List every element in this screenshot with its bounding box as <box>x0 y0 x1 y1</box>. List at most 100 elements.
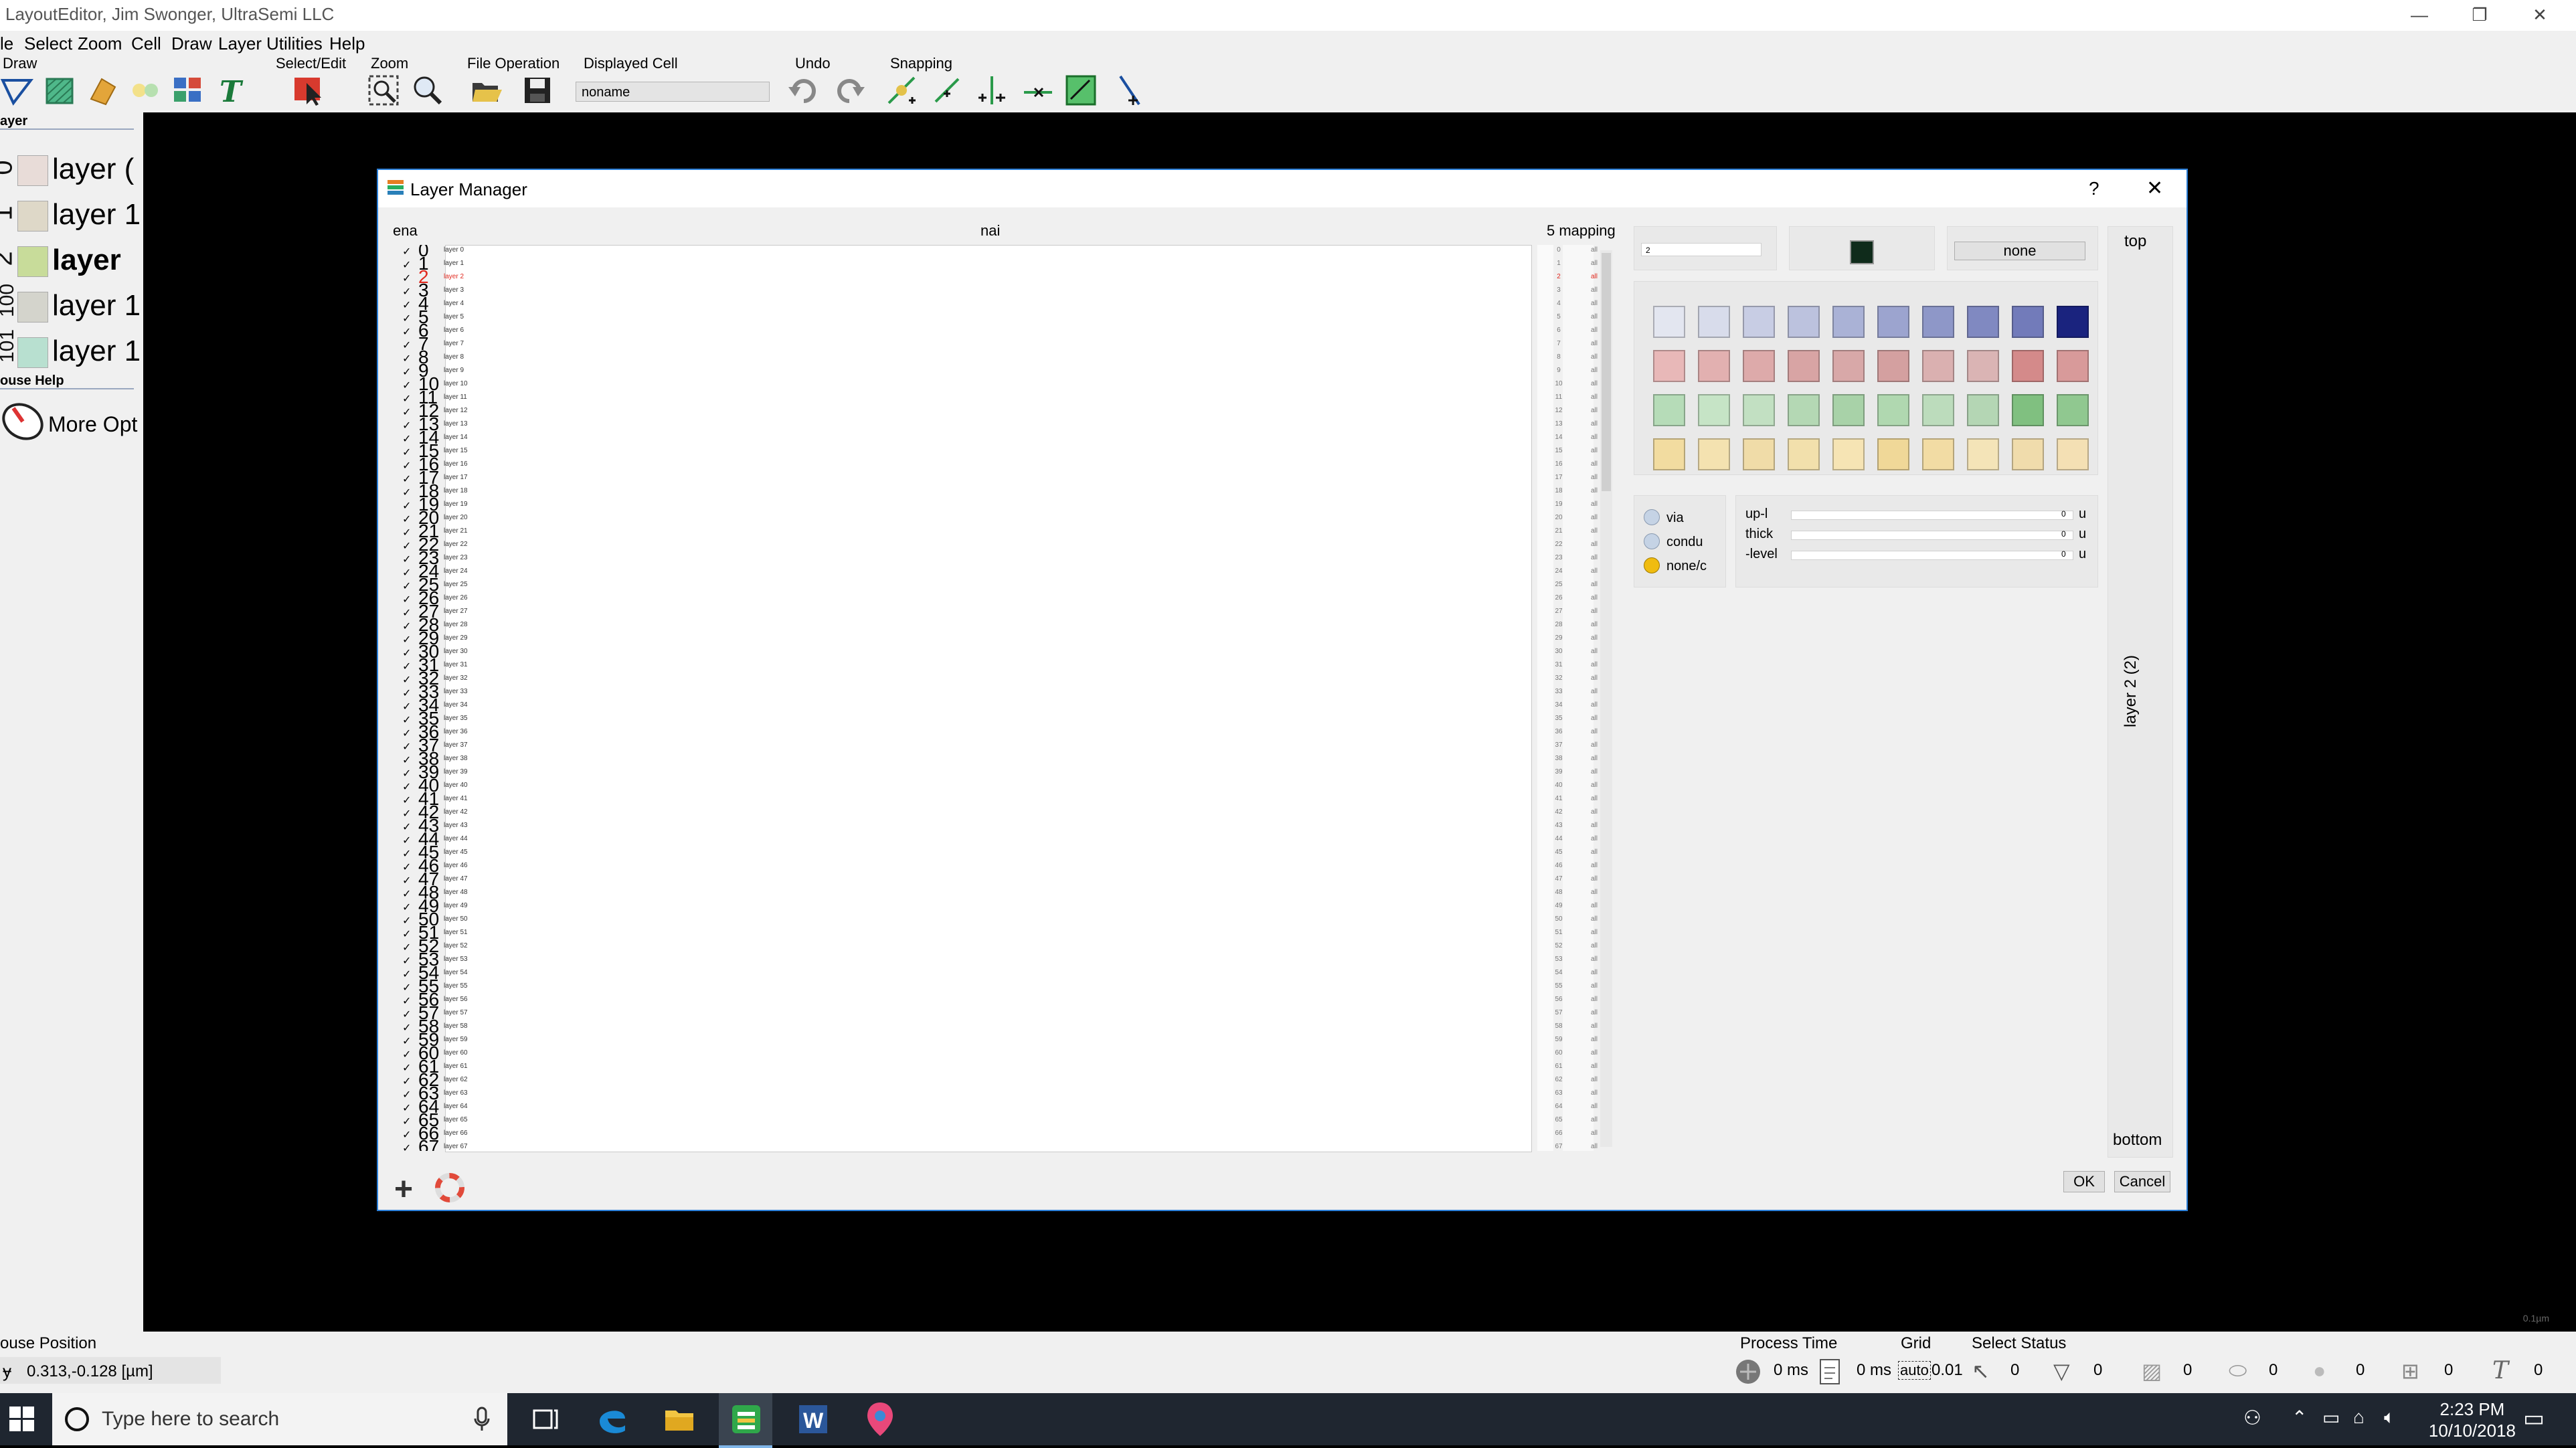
layer-enable-checkbox[interactable]: ✓ <box>402 700 411 713</box>
layer-table-row[interactable]: ✓ 10 layer 10 10 all <box>392 375 1610 393</box>
layer-enable-checkbox[interactable]: ✓ <box>402 767 411 780</box>
layer-enable-checkbox[interactable]: ✓ <box>402 874 411 887</box>
snap-point-icon[interactable] <box>885 74 918 107</box>
layer-mapping-cell[interactable]: 51 <box>1551 929 1567 936</box>
layer-mapping-cell[interactable]: 43 <box>1551 822 1567 829</box>
layer-all-cell[interactable]: all <box>1591 1063 1598 1070</box>
layer-mapping-cell[interactable]: 59 <box>1551 1036 1567 1043</box>
microphone-icon[interactable] <box>473 1407 491 1432</box>
layer-table-row[interactable]: ✓ 44 layer 44 44 all <box>392 830 1610 848</box>
layer-enable-checkbox[interactable]: ✓ <box>402 713 411 727</box>
layer-all-cell[interactable]: all <box>1591 407 1598 414</box>
layer-mapping-cell[interactable]: 54 <box>1551 969 1567 976</box>
panel-layer-row[interactable]: 100 layer 1 <box>0 282 143 325</box>
layer-table-row[interactable]: ✓ 18 layer 18 18 all <box>392 482 1610 501</box>
layer-table-row[interactable]: ✓ 61 layer 61 61 all <box>392 1057 1610 1076</box>
layer-all-cell[interactable]: all <box>1591 862 1598 869</box>
layer-table-row[interactable]: ✓ 7 layer 7 7 all <box>392 335 1610 353</box>
layer-all-cell[interactable]: all <box>1591 634 1598 642</box>
layer-mapping-cell[interactable]: 67 <box>1551 1143 1567 1150</box>
layer-all-cell[interactable]: all <box>1591 286 1598 294</box>
layer-name-cell[interactable]: layer 41 <box>444 795 468 802</box>
layer-enable-checkbox[interactable]: ✓ <box>402 566 411 579</box>
layer-name-cell[interactable]: layer 4 <box>444 300 464 307</box>
fill-pattern-swatch[interactable] <box>1743 438 1775 470</box>
draw-circle-icon[interactable] <box>128 74 162 107</box>
layer-mapping-cell[interactable]: 60 <box>1551 1049 1567 1057</box>
column-header-name[interactable]: nai <box>980 222 1000 240</box>
layer-enable-checkbox[interactable]: ✓ <box>402 1021 411 1034</box>
fill-pattern-swatch[interactable] <box>1877 438 1909 470</box>
layer-name-cell[interactable]: layer 55 <box>444 982 468 990</box>
layer-enable-checkbox[interactable]: ✓ <box>402 298 411 312</box>
layer-mapping-cell[interactable]: 55 <box>1551 982 1567 990</box>
fill-pattern-swatch[interactable] <box>2057 306 2089 338</box>
layer-enable-checkbox[interactable]: ✓ <box>402 914 411 927</box>
layer-mapping-cell[interactable]: 35 <box>1551 715 1567 722</box>
layer-enable-checkbox[interactable]: ✓ <box>402 633 411 646</box>
layer-table-row[interactable]: ✓ 5 layer 5 5 all <box>392 308 1610 327</box>
layer-name-cell[interactable]: layer 23 <box>444 554 468 561</box>
fill-pattern-swatch[interactable] <box>2012 394 2044 426</box>
layer-all-cell[interactable]: all <box>1591 327 1598 334</box>
layer-number-spinbox[interactable]: 2 <box>1641 243 1762 256</box>
layer-name-cell[interactable]: layer 18 <box>444 487 468 494</box>
layer-name-cell[interactable]: layer 58 <box>444 1022 468 1030</box>
thickness-slider[interactable] <box>1791 531 2073 540</box>
layer-table-row[interactable]: ✓ 20 layer 20 20 all <box>392 509 1610 527</box>
layer-all-cell[interactable]: all <box>1591 1103 1598 1110</box>
layer-table-row[interactable]: ✓ 12 layer 12 12 all <box>392 401 1610 420</box>
layer-mapping-cell[interactable]: 29 <box>1551 634 1567 642</box>
layer-enable-checkbox[interactable]: ✓ <box>402 687 411 700</box>
layer-all-cell[interactable]: all <box>1591 728 1598 735</box>
network-icon[interactable]: ⌂ <box>2353 1407 2365 1428</box>
layer-all-cell[interactable]: all <box>1591 1009 1598 1016</box>
edge-browser-icon[interactable] <box>592 1398 633 1440</box>
layer-table-row[interactable]: ✓ 13 layer 13 13 all <box>392 415 1610 434</box>
layer-enable-checkbox[interactable]: ✓ <box>402 272 411 285</box>
layer-all-cell[interactable]: all <box>1591 273 1598 280</box>
layer-table-row[interactable]: ✓ 25 layer 25 25 all <box>392 575 1610 594</box>
layer-all-cell[interactable]: all <box>1591 875 1598 883</box>
layer-enable-checkbox[interactable]: ✓ <box>402 392 411 405</box>
layer-table-row[interactable]: ✓ 51 layer 51 51 all <box>392 923 1610 942</box>
layer-table-row[interactable]: ✓ 57 layer 57 57 all <box>392 1004 1610 1022</box>
type-radio-via[interactable] <box>1644 509 1660 525</box>
layer-mapping-cell[interactable]: 53 <box>1551 956 1567 963</box>
layer-name-cell[interactable]: layer 62 <box>444 1076 468 1083</box>
layer-mapping-cell[interactable]: 32 <box>1551 674 1567 682</box>
layer-mapping-cell[interactable]: 19 <box>1551 501 1567 508</box>
layer-name-cell[interactable]: layer 17 <box>444 474 468 481</box>
layer-all-cell[interactable]: all <box>1591 1076 1598 1083</box>
layer-enable-checkbox[interactable]: ✓ <box>402 847 411 861</box>
layer-enable-checkbox[interactable]: ✓ <box>402 513 411 526</box>
menu-file[interactable]: le <box>0 33 13 54</box>
zoom-icon[interactable] <box>411 74 444 107</box>
layer-enable-checkbox[interactable]: ✓ <box>402 472 411 486</box>
layer-all-cell[interactable]: all <box>1591 246 1598 254</box>
layer-all-cell[interactable]: all <box>1591 701 1598 709</box>
layer-name-cell[interactable]: layer 15 <box>444 447 468 454</box>
layer-enable-checkbox[interactable]: ✓ <box>402 526 411 539</box>
layer-enable-checkbox[interactable]: ✓ <box>402 553 411 566</box>
layer-name-cell[interactable]: layer 60 <box>444 1049 468 1057</box>
layer-name-cell[interactable]: layer 16 <box>444 460 468 468</box>
snap-line-icon[interactable] <box>930 74 964 107</box>
layer-name-cell[interactable]: layer 8 <box>444 353 464 361</box>
layer-table-row[interactable]: ✓ 29 layer 29 29 all <box>392 629 1610 648</box>
layer-mapping-cell[interactable]: 24 <box>1551 567 1567 575</box>
layer-table-row[interactable]: ✓ 11 layer 11 11 all <box>392 388 1610 407</box>
layer-name-cell[interactable]: layer 37 <box>444 741 468 749</box>
layer-enable-checkbox[interactable]: ✓ <box>402 727 411 740</box>
fill-pattern-swatch[interactable] <box>2012 306 2044 338</box>
layer-enable-checkbox[interactable]: ✓ <box>402 660 411 673</box>
fill-pattern-swatch[interactable] <box>1922 306 1954 338</box>
layer-mapping-cell[interactable]: 8 <box>1551 353 1567 361</box>
layer-mapping-cell[interactable]: 63 <box>1551 1089 1567 1097</box>
layer-all-cell[interactable]: all <box>1591 340 1598 347</box>
layer-all-cell[interactable]: all <box>1591 581 1598 588</box>
layer-name-cell[interactable]: layer 42 <box>444 808 468 816</box>
layer-name-cell[interactable]: layer 48 <box>444 889 468 896</box>
layer-all-cell[interactable]: all <box>1591 393 1598 401</box>
layer-mapping-cell[interactable]: 11 <box>1551 393 1567 401</box>
